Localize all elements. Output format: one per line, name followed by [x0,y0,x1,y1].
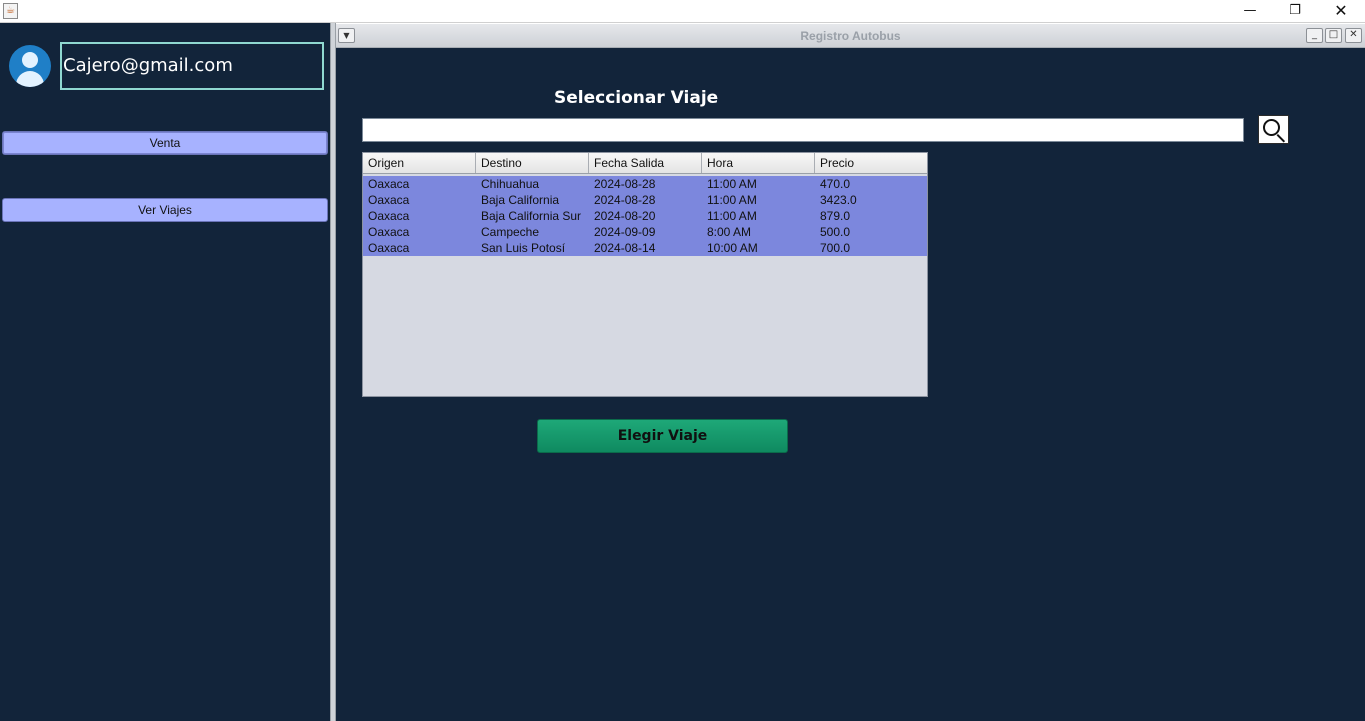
cell-fecha-salida: 2024-08-20 [594,209,656,223]
cell-destino: Chihuahua [481,177,540,191]
restore-window-button[interactable]: ❐ [1272,0,1318,23]
cell-fecha-salida: 2024-09-09 [594,225,656,239]
internal-frame-title: Registro Autobus [800,29,901,43]
sidebar: Cajero@gmail.com Venta Ver Viajes [0,23,330,721]
cell-hora: 8:00 AM [707,225,752,239]
table-row[interactable]: Oaxaca Chihuahua 2024-08-28 11:00 AM 470… [363,176,927,192]
minimize-window-button[interactable]: — [1227,0,1273,23]
avatar-body [16,71,44,87]
cell-origen: Oaxaca [368,177,410,191]
table-row[interactable]: Oaxaca Campeche 2024-09-09 8:00 AM 500.0 [363,224,927,240]
cell-origen: Oaxaca [368,193,410,207]
column-header-origen[interactable]: Origen [363,153,476,173]
window-titlebar: ☕ — ❐ ✕ [0,0,1365,23]
search-input[interactable] [362,118,1244,142]
table-row[interactable]: Oaxaca San Luis Potosí 2024-08-14 10:00 … [363,240,927,256]
trips-table: Origen Destino Fecha Salida Hora Precio … [362,152,928,397]
cell-origen: Oaxaca [368,225,410,239]
table-row[interactable]: Oaxaca Baja California Sur 2024-08-20 11… [363,208,927,224]
user-email-label: Cajero@gmail.com [60,42,324,90]
column-header-fecha-salida[interactable]: Fecha Salida [589,153,702,173]
cell-precio: 3423.0 [820,193,857,207]
cell-precio: 879.0 [820,209,851,223]
cell-destino: Campeche [481,225,540,239]
frame-minimize-button[interactable]: _ [1306,28,1323,43]
elegir-viaje-button[interactable]: Elegir Viaje [537,419,788,453]
cell-origen: Oaxaca [368,241,410,255]
cell-fecha-salida: 2024-08-28 [594,177,656,191]
avatar-head [22,52,38,68]
cell-destino: Baja California Sur [481,209,582,223]
cell-hora: 11:00 AM [707,177,757,191]
cell-fecha-salida: 2024-08-14 [594,241,656,255]
cell-destino: San Luis Potosí [481,241,566,255]
page-title: Seleccionar Viaje [554,88,719,108]
column-header-hora[interactable]: Hora [702,153,815,173]
cell-precio: 500.0 [820,225,851,239]
cell-hora: 11:00 AM [707,209,757,223]
java-icon: ☕ [3,3,18,19]
cell-fecha-salida: 2024-08-28 [594,193,656,207]
cell-hora: 10:00 AM [707,241,758,255]
cell-destino: Baja California [481,193,560,207]
user-avatar-icon [9,45,51,87]
internal-frame-content: Seleccionar Viaje Origen Destino Fecha S… [336,48,1365,721]
search-icon-handle [1276,134,1286,143]
internal-frame-titlebar: ▼ Registro Autobus _ □ ✕ [336,24,1365,48]
table-row[interactable]: Oaxaca Baja California 2024-08-28 11:00 … [363,192,927,208]
cell-precio: 700.0 [820,241,851,255]
column-header-precio[interactable]: Precio [815,153,927,173]
table-header: Origen Destino Fecha Salida Hora Precio [363,153,927,174]
frame-close-button[interactable]: ✕ [1345,28,1362,43]
column-header-destino[interactable]: Destino [476,153,589,173]
search-button[interactable] [1258,115,1289,144]
ver-viajes-button[interactable]: Ver Viajes [2,198,328,222]
close-window-button[interactable]: ✕ [1318,0,1364,23]
cell-precio: 470.0 [820,177,851,191]
table-body: Oaxaca Chihuahua 2024-08-28 11:00 AM 470… [363,176,927,256]
cell-hora: 11:00 AM [707,193,757,207]
cell-origen: Oaxaca [368,209,410,223]
venta-button[interactable]: Venta [2,131,328,155]
frame-maximize-button[interactable]: □ [1325,28,1342,43]
